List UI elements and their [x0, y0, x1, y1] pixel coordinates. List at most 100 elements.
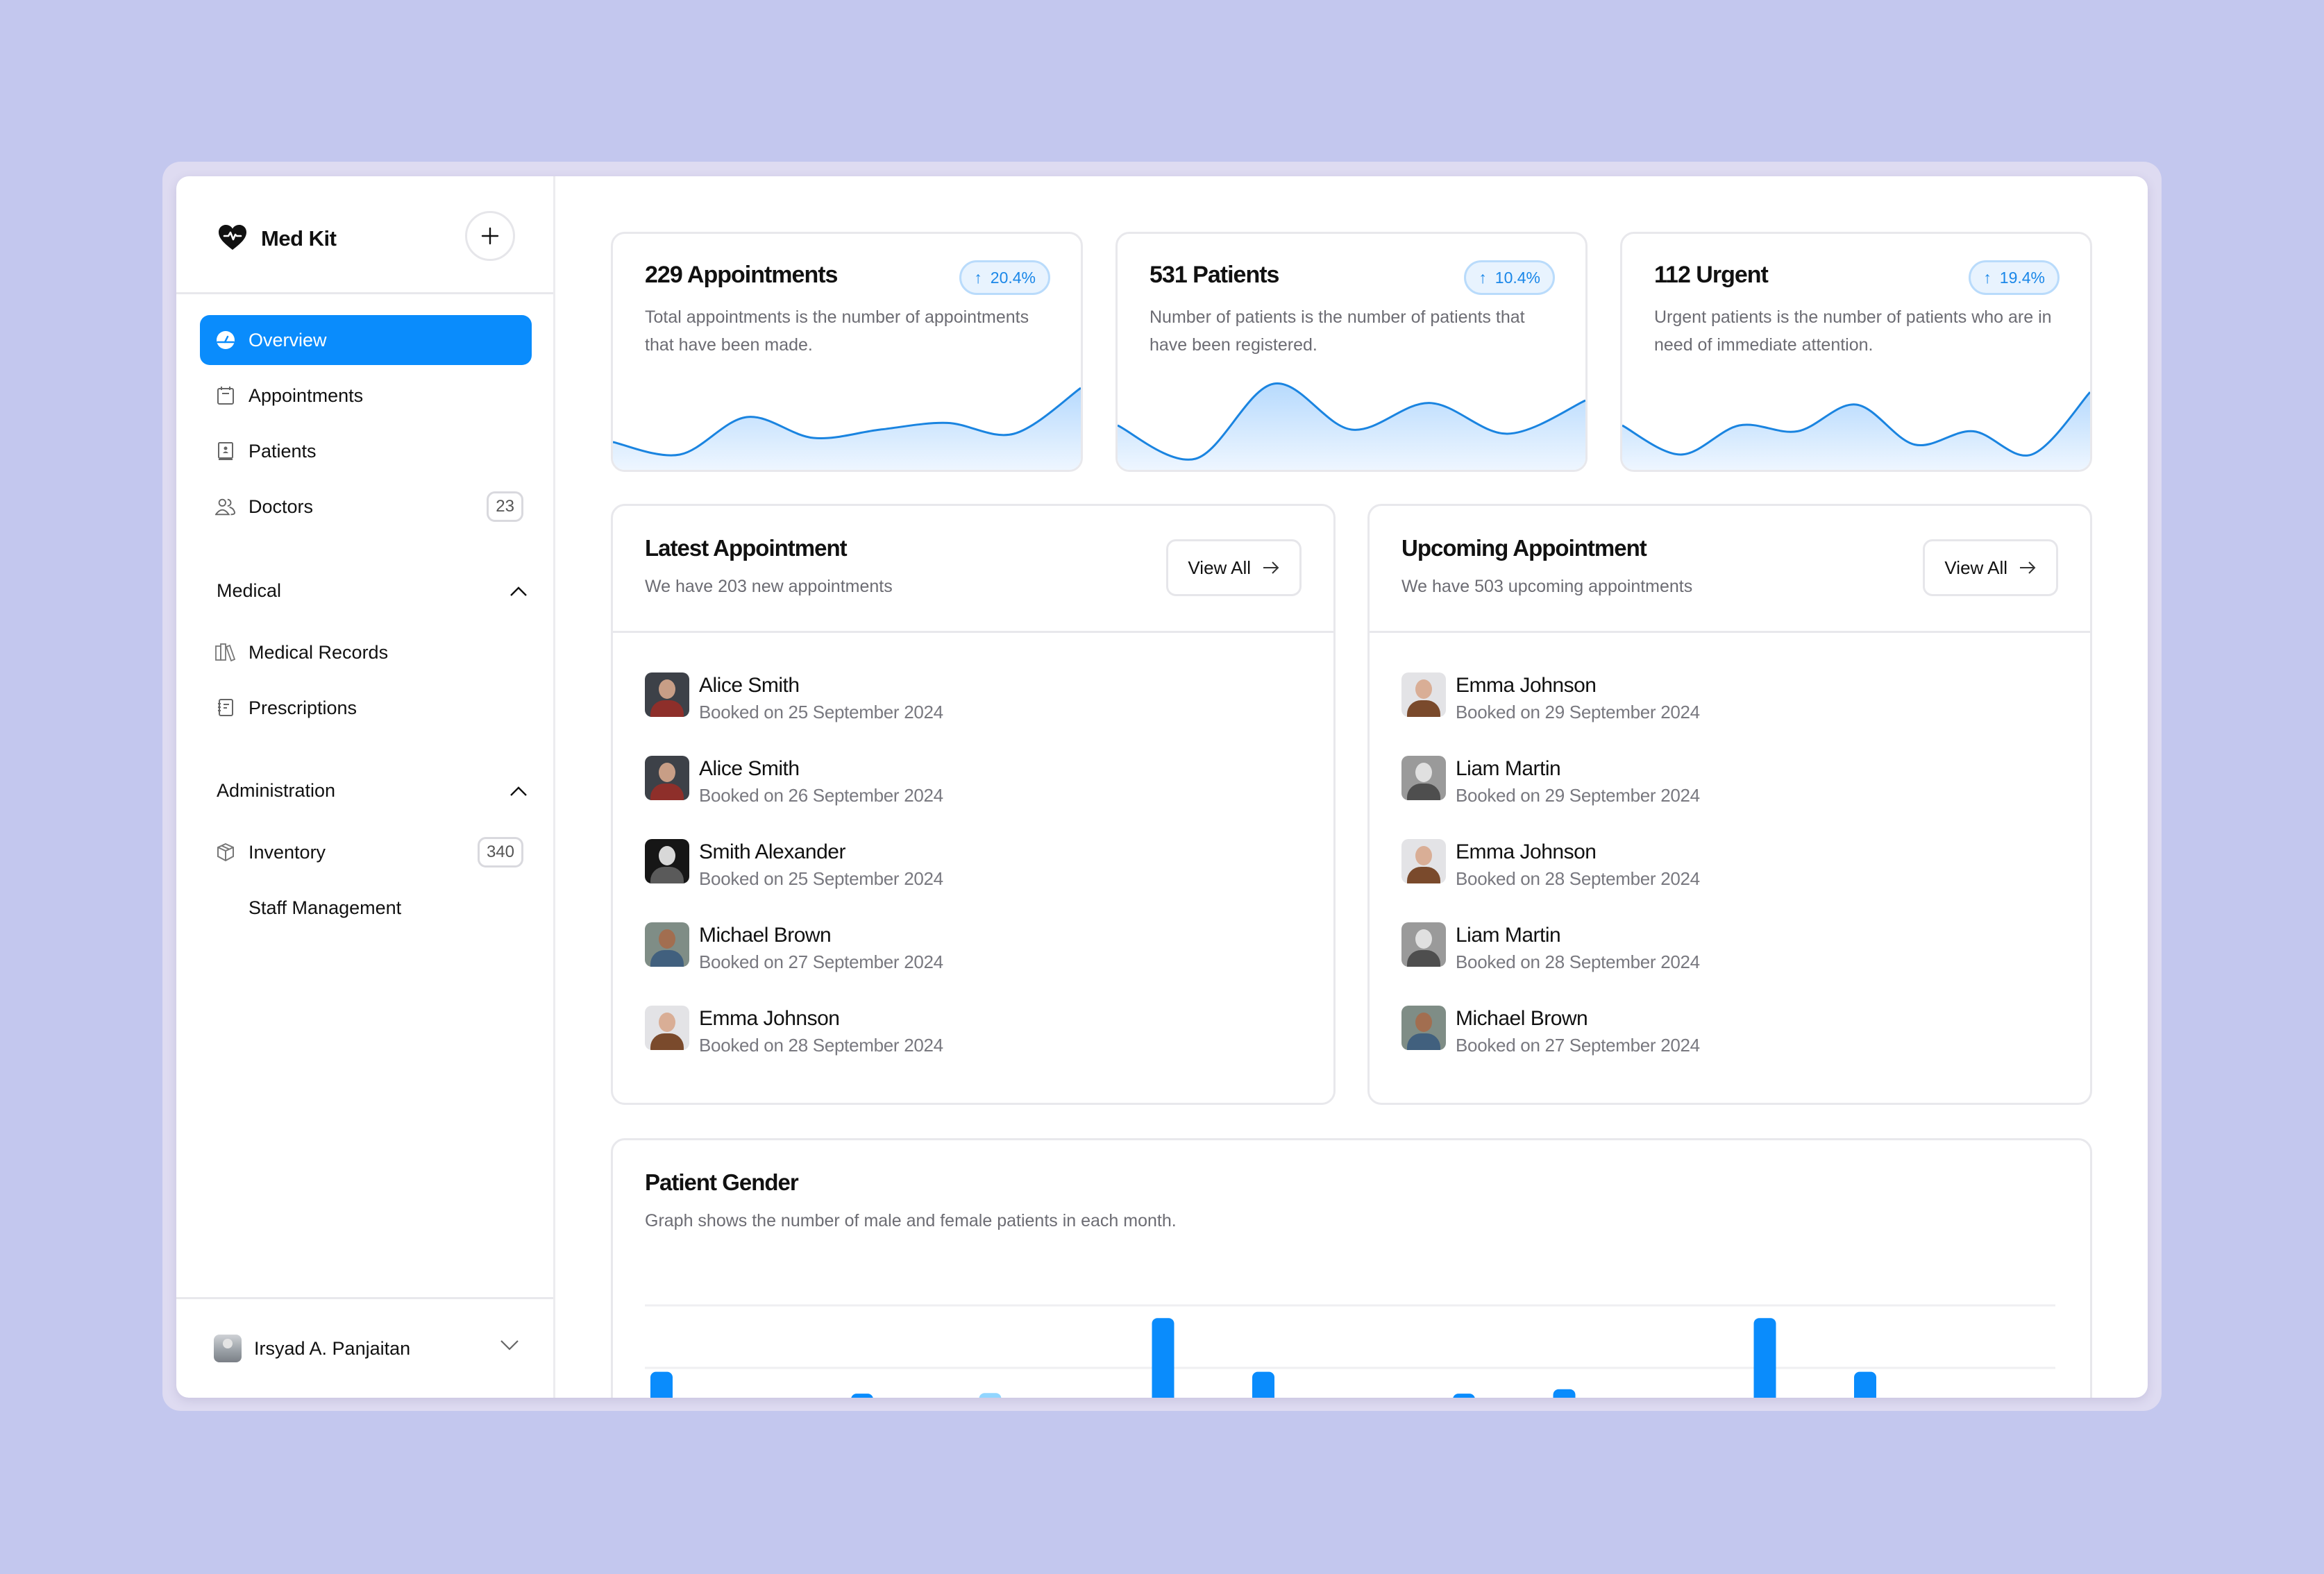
add-button[interactable]: [465, 211, 515, 261]
section-title: Administration: [217, 780, 336, 801]
sidebar-item-label: Staff Management: [249, 897, 402, 918]
calendar-icon: [215, 385, 236, 406]
gender-bar-chart: [645, 1304, 2055, 1398]
avatar: [645, 756, 689, 800]
avatar: [645, 672, 689, 717]
section-administration-toggle[interactable]: Administration: [217, 780, 528, 802]
sidebar-item-appointments[interactable]: Appointments: [200, 371, 532, 421]
patient-name: Alice Smith: [699, 757, 800, 780]
male-bar[interactable]: [1553, 1389, 1576, 1398]
male-bar[interactable]: [1453, 1394, 1475, 1398]
stat-description: Number of patients is the number of pati…: [1150, 307, 1525, 355]
appointment-row[interactable]: Alice Smith Booked on 26 September 2024: [645, 756, 1302, 839]
patient-name: Smith Alexander: [699, 840, 845, 863]
user-menu[interactable]: Irsyad A. Panjaitan: [214, 1332, 526, 1365]
app-name: Med Kit: [261, 226, 337, 251]
booking-date: Booked on 25 September 2024: [699, 868, 943, 889]
patient-name: Michael Brown: [699, 924, 832, 947]
avatar: [214, 1335, 242, 1362]
avatar: [1401, 839, 1446, 883]
view-all-latest-button[interactable]: View All: [1166, 539, 1302, 596]
appointment-list: Alice Smith Booked on 25 September 2024 Al…: [645, 672, 1302, 1089]
male-bar[interactable]: [1152, 1318, 1174, 1398]
arrow-up-icon: ↑: [974, 268, 982, 287]
sparkline-area: [1118, 383, 1585, 470]
staff-icon-placeholder: [215, 897, 236, 918]
appointment-list: Emma Johnson Booked on 29 September 2024 L…: [1401, 672, 2058, 1089]
view-all-upcoming-button[interactable]: View All: [1923, 539, 2058, 596]
booking-date: Booked on 28 September 2024: [1456, 868, 1700, 889]
patient-card-icon: [215, 441, 236, 462]
change-badge: ↑ 20.4%: [959, 260, 1050, 295]
appointment-row[interactable]: Liam Martin Booked on 29 September 2024: [1401, 756, 2058, 839]
appointment-row[interactable]: Michael Brown Booked on 27 September 2024: [1401, 1006, 2058, 1089]
sidebar-item-label: Doctors: [249, 496, 314, 517]
change-badge: ↑ 19.4%: [1969, 260, 2060, 295]
plus-icon: [481, 227, 499, 245]
male-bar[interactable]: [1854, 1371, 1876, 1398]
section-medical-toggle[interactable]: Medical: [217, 580, 528, 602]
panel-subtitle: We have 203 new appointments: [645, 577, 893, 596]
users-icon: [215, 496, 236, 517]
male-bar[interactable]: [1753, 1318, 1776, 1398]
brand[interactable]: Med Kit: [218, 218, 337, 260]
stat-card-urgent[interactable]: 112 Urgent ↑ 19.4% Urgent patients is th…: [1620, 232, 2092, 472]
stat-card-patients[interactable]: 531 Patients ↑ 10.4% Number of patients …: [1115, 232, 1588, 472]
upcoming-appointment-panel: Upcoming Appointment We have 503 upcomin…: [1367, 504, 2092, 1105]
appointment-row[interactable]: Smith Alexander Booked on 25 September 20…: [645, 839, 1302, 922]
stat-card-appointments[interactable]: 229 Appointments ↑ 20.4% Total appointme…: [611, 232, 1083, 472]
sidebar-item-medical-records[interactable]: Medical Records: [200, 627, 532, 677]
chevron-down-icon: [500, 1340, 519, 1351]
stat-title: 229 Appointments: [645, 262, 838, 288]
avatar: [645, 839, 689, 883]
male-bar[interactable]: [851, 1394, 873, 1398]
female-bar[interactable]: [979, 1393, 1002, 1398]
sparkline-chart: [1118, 382, 1585, 470]
sidebar-item-staff-management[interactable]: Staff Management: [200, 883, 532, 933]
appointment-row[interactable]: Alice Smith Booked on 25 September 2024: [645, 672, 1302, 756]
patient-name: Emma Johnson: [1456, 674, 1597, 697]
patient-name: Alice Smith: [699, 674, 800, 697]
arrow-right-icon: [1263, 561, 1279, 574]
sidebar-item-label: Overview: [249, 329, 327, 350]
booking-date: Booked on 28 September 2024: [1456, 951, 1700, 972]
appointment-row[interactable]: Michael Brown Booked on 27 September 2024: [645, 922, 1302, 1006]
booking-date: Booked on 27 September 2024: [1456, 1035, 1700, 1056]
sidebar-item-patients[interactable]: Patients: [200, 426, 532, 476]
booking-date: Booked on 29 September 2024: [1456, 785, 1700, 806]
sidebar-item-overview[interactable]: Overview: [200, 315, 532, 365]
patient-name: Emma Johnson: [1456, 840, 1597, 863]
sidebar-item-inventory[interactable]: Inventory 340: [200, 827, 532, 877]
main-content: 229 Appointments ↑ 20.4% Total appointme…: [555, 176, 2148, 1398]
user-name: Irsyad A. Panjaitan: [254, 1337, 411, 1359]
stat-title: 531 Patients: [1150, 262, 1279, 288]
appointment-row[interactable]: Emma Johnson Booked on 28 September 2024: [1401, 839, 2058, 922]
sidebar-item-doctors[interactable]: Doctors 23: [200, 482, 532, 532]
panel-title: Upcoming Appointment: [1401, 535, 1647, 561]
male-bar[interactable]: [650, 1371, 673, 1398]
section-title: Medical: [217, 580, 282, 601]
male-bar[interactable]: [1252, 1371, 1274, 1398]
sidebar-item-prescriptions[interactable]: Prescriptions: [200, 683, 532, 733]
booking-date: Booked on 27 September 2024: [699, 951, 943, 972]
avatar: [1401, 1006, 1446, 1050]
booking-date: Booked on 25 September 2024: [699, 702, 943, 722]
records-books-icon: [215, 642, 236, 663]
avatar: [645, 1006, 689, 1050]
sidebar: Med Kit Overview Appointments Patients D…: [176, 176, 555, 1398]
booking-date: Booked on 28 September 2024: [699, 1035, 943, 1056]
change-value: 19.4%: [1999, 268, 2045, 287]
appointment-row[interactable]: Emma Johnson Booked on 28 September 2024: [645, 1006, 1302, 1089]
latest-appointment-panel: Latest Appointment We have 203 new appoi…: [611, 504, 1336, 1105]
appointment-row[interactable]: Liam Martin Booked on 28 September 2024: [1401, 922, 2058, 1006]
button-label: View All: [1944, 557, 2007, 578]
inventory-count-badge: 340: [477, 837, 523, 868]
heart-pulse-logo-icon: [218, 224, 247, 254]
arrow-right-icon: [2020, 561, 2036, 574]
avatar: [1401, 672, 1446, 717]
sidebar-item-label: Appointments: [249, 384, 364, 406]
avatar: [1401, 922, 1446, 967]
avatar: [645, 922, 689, 967]
appointment-row[interactable]: Emma Johnson Booked on 29 September 2024: [1401, 672, 2058, 756]
divider: [613, 631, 1333, 633]
